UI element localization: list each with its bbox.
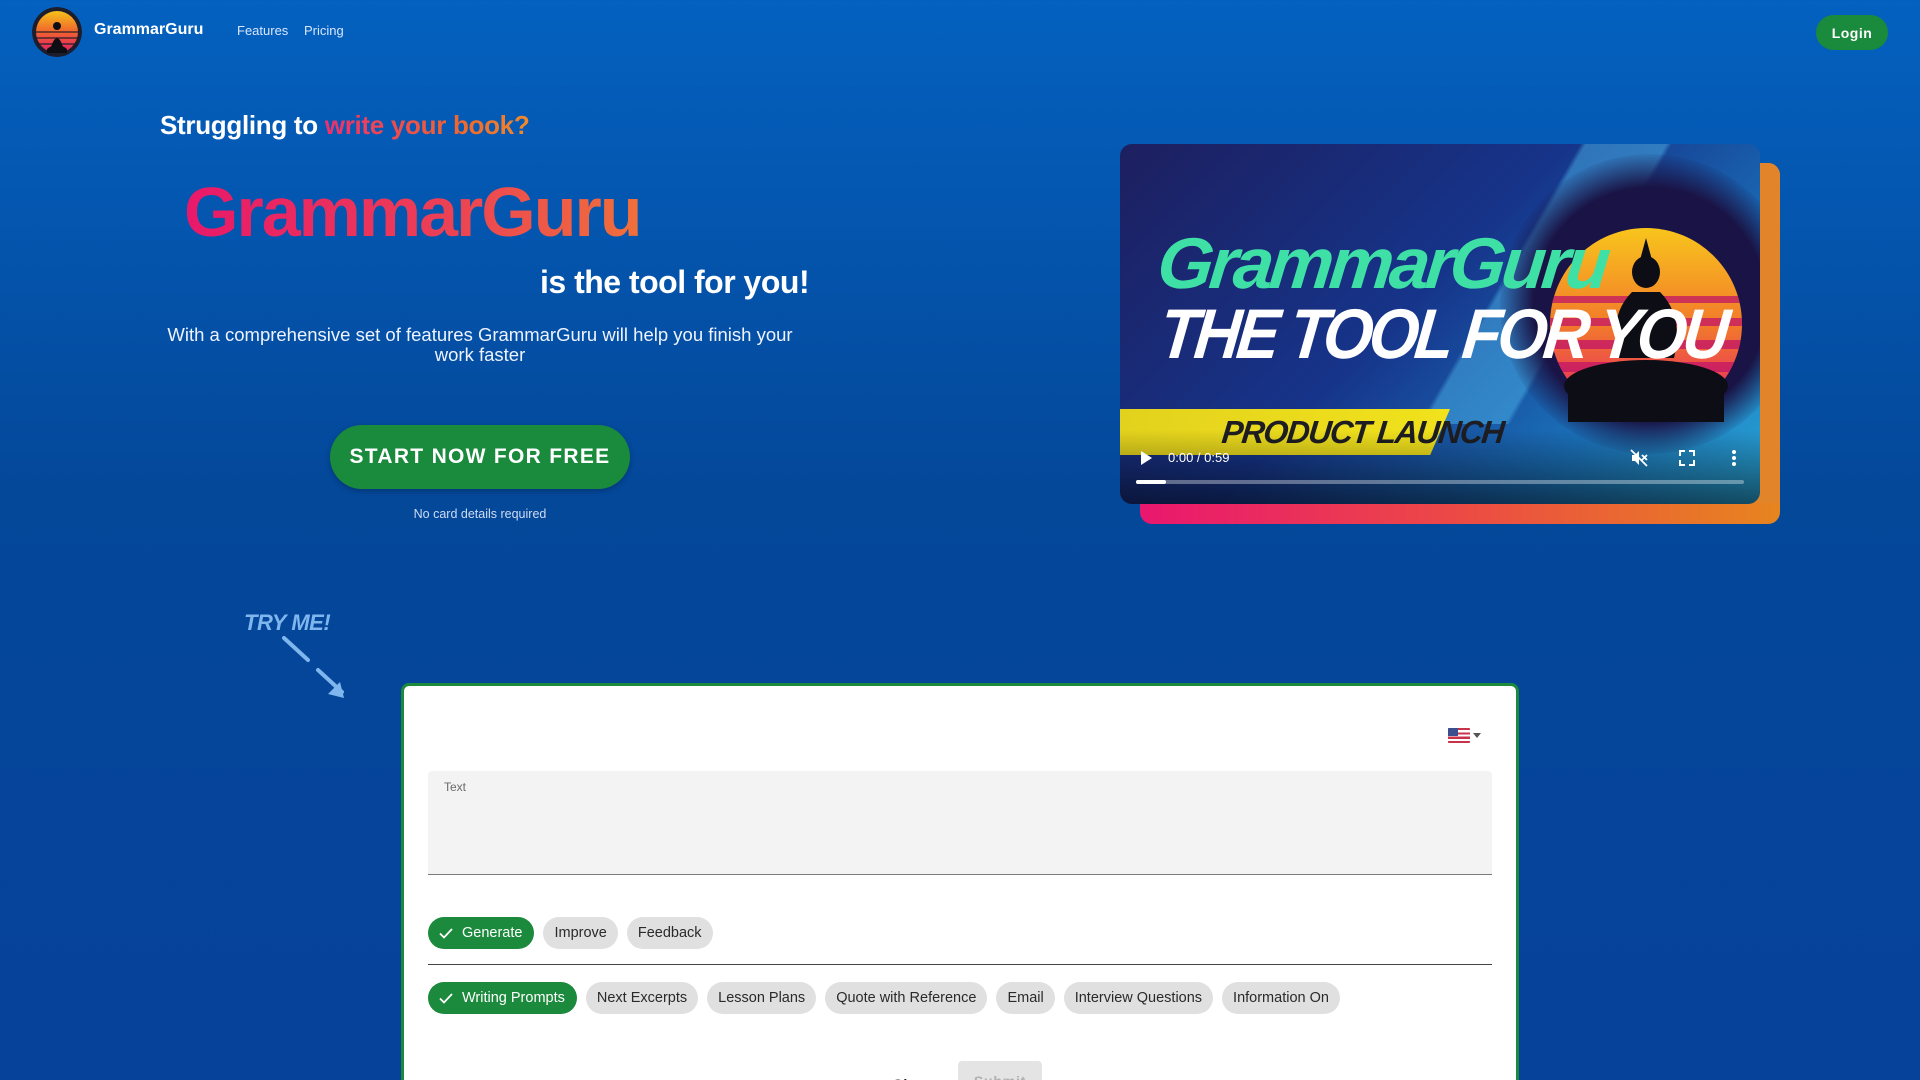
hero-headline-prefix: Struggling to xyxy=(160,110,325,140)
chip-lesson-plans[interactable]: Lesson Plans xyxy=(707,982,817,1014)
video-title-tagline: THE TOOL FOR YOU xyxy=(1155,294,1730,374)
hero-headline: Struggling to write your book? xyxy=(160,110,530,141)
check-icon xyxy=(439,993,453,1004)
login-button[interactable]: Login xyxy=(1816,15,1888,50)
chip-generate[interactable]: Generate xyxy=(428,917,535,949)
chip-label: Quote with Reference xyxy=(836,990,977,1006)
chip-label: Next Excerpts xyxy=(596,990,688,1006)
chip-label: Interview Questions xyxy=(1074,990,1203,1006)
chip-divider xyxy=(428,964,1492,965)
hero-tagline: is the tool for you! xyxy=(540,264,810,300)
try-me-label: TRY ME! xyxy=(244,610,331,635)
video-progress-bar[interactable] xyxy=(1136,480,1744,484)
type-chip-group: Writing Prompts Next Excerpts Lesson Pla… xyxy=(428,982,1340,1014)
fullscreen-icon[interactable] xyxy=(1677,448,1697,468)
chip-improve[interactable]: Improve xyxy=(543,917,618,949)
chip-label: Lesson Plans xyxy=(718,990,806,1006)
video-title-brand: GrammarGuru xyxy=(1153,224,1611,304)
submit-button[interactable]: Submit xyxy=(958,1061,1042,1080)
mute-icon[interactable] xyxy=(1629,448,1649,468)
video-time: 0:00 / 0:59 xyxy=(1168,450,1230,465)
caret-down-icon xyxy=(1473,733,1481,738)
chip-feedback[interactable]: Feedback xyxy=(626,917,713,949)
text-input[interactable] xyxy=(442,799,1476,869)
cta-note: No card details required xyxy=(413,507,547,521)
nav-link-pricing[interactable]: Pricing xyxy=(304,23,344,38)
us-flag-icon xyxy=(1448,728,1470,743)
chip-label: Feedback xyxy=(637,925,702,941)
hero-headline-highlight: write your book? xyxy=(324,110,530,140)
top-nav: GrammarGuru Features Pricing Login xyxy=(0,0,1920,64)
play-icon[interactable] xyxy=(1138,450,1154,466)
chip-writing-prompts[interactable]: Writing Prompts xyxy=(428,982,577,1014)
start-now-button[interactable]: START NOW FOR FREE xyxy=(330,425,630,489)
writing-tool-card: Text Generate Improve Feedback Writing P… xyxy=(401,683,1519,1080)
chip-next-excerpts[interactable]: Next Excerpts xyxy=(585,982,699,1014)
chip-interview-questions[interactable]: Interview Questions xyxy=(1063,982,1214,1014)
chip-information-on[interactable]: Information On xyxy=(1222,982,1340,1014)
clear-button[interactable]: Clear xyxy=(880,1066,944,1080)
text-field[interactable]: Text xyxy=(428,771,1492,875)
more-vert-icon[interactable] xyxy=(1724,448,1744,468)
chip-label: Information On xyxy=(1233,990,1329,1006)
chip-label: Writing Prompts xyxy=(462,990,565,1006)
video-progress-fill xyxy=(1136,480,1167,484)
chip-label: Generate xyxy=(462,925,523,941)
check-icon xyxy=(439,928,453,939)
chip-quote-with-reference[interactable]: Quote with Reference xyxy=(825,982,988,1014)
promo-video[interactable]: GrammarGuru THE TOOL FOR YOU PRODUCT LAU… xyxy=(1120,144,1760,504)
hero-description: With a comprehensive set of features Gra… xyxy=(167,324,793,365)
language-selector[interactable] xyxy=(1448,728,1481,743)
chip-email[interactable]: Email xyxy=(996,982,1055,1014)
brand-name[interactable]: GrammarGuru xyxy=(94,21,203,39)
logo-icon[interactable] xyxy=(32,7,82,57)
text-field-label: Text xyxy=(444,780,467,794)
chip-label: Improve xyxy=(554,925,607,941)
hero-brand-title: GrammarGuru xyxy=(184,173,642,251)
nav-link-features[interactable]: Features xyxy=(237,23,288,38)
arrow-down-right-icon xyxy=(282,636,344,698)
mode-chip-group: Generate Improve Feedback xyxy=(428,917,713,949)
video-controls xyxy=(1120,430,1760,504)
chip-label: Email xyxy=(1007,990,1044,1006)
